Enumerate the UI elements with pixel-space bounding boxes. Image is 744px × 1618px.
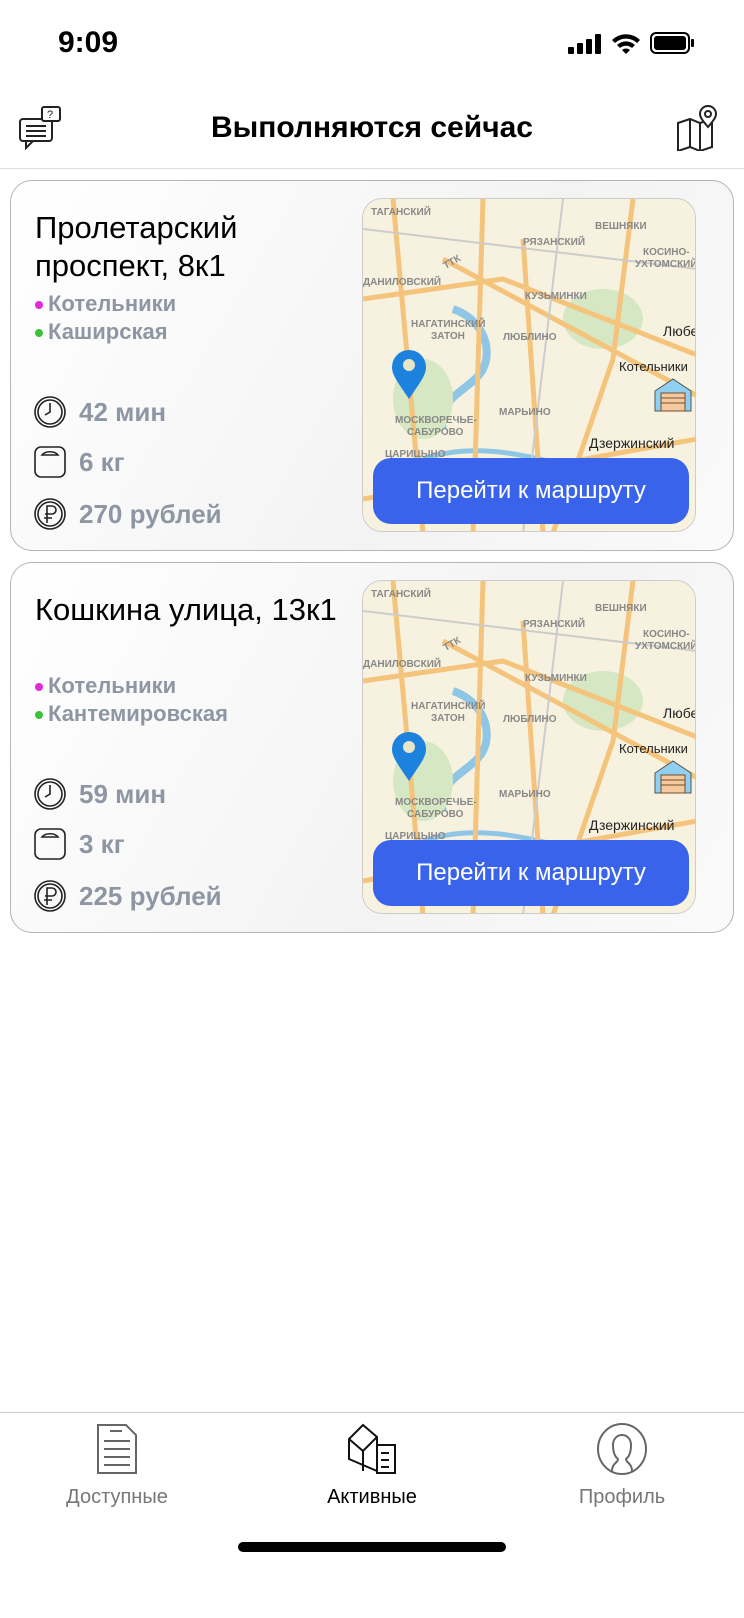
- price-value: 270 рублей: [79, 498, 222, 529]
- tab-active[interactable]: Активные: [292, 1423, 452, 1509]
- ruble-icon: [34, 880, 66, 912]
- metro-name: Котельники: [48, 673, 177, 698]
- clock-icon: [34, 778, 66, 810]
- map-label: РЯЗАНСКИЙ: [523, 237, 586, 248]
- home-indicator: [238, 1542, 506, 1552]
- map-label: КУЗЬМИНКИ: [525, 673, 587, 684]
- warehouse-icon: [654, 378, 692, 412]
- map-pin-icon[interactable]: [676, 105, 722, 151]
- delivery-time: 42 мин: [33, 395, 166, 429]
- map-label: ЛЮБЛИНО: [503, 332, 557, 343]
- metro-station: Кантемировская: [35, 701, 228, 727]
- profile-icon: [597, 1423, 647, 1475]
- metro-name: Кантемировская: [48, 701, 228, 726]
- map-label: ЗАТОН: [431, 331, 465, 342]
- location-pin-icon: [392, 732, 426, 781]
- metro-line-dot: [35, 329, 43, 338]
- list-document-icon: [97, 1424, 137, 1474]
- map-label: Любе: [663, 323, 696, 339]
- map-label: ТАГАНСКИЙ: [371, 589, 431, 600]
- wifi-icon: [612, 34, 640, 54]
- tab-label: Активные: [327, 1486, 417, 1508]
- scale-icon: [34, 446, 66, 478]
- map-label: ВЕШНЯКИ: [595, 603, 647, 614]
- status-bar: 9:09: [0, 0, 744, 85]
- map-label: УХТОМСКИЙ: [635, 641, 696, 652]
- map-label: НАГАТИНСКИЙ: [411, 319, 486, 330]
- order-weight: 6 кг: [33, 445, 125, 479]
- scale-icon: [34, 828, 66, 860]
- metro-line-dot: [35, 301, 43, 310]
- status-time: 9:09: [58, 26, 119, 59]
- time-value: 42 мин: [79, 396, 167, 427]
- tab-label: Профиль: [578, 1486, 666, 1508]
- map-label: САБУРОВО: [407, 427, 464, 438]
- map-label: Дзержинский: [589, 817, 675, 833]
- route-map[interactable]: ТАГАНСКИЙ ВЕШНЯКИ РЯЗАНСКИЙ КОСИНО- УХТО…: [362, 580, 696, 914]
- map-label: МОСКВОРЕЧЬЕ-: [395, 797, 477, 808]
- metro-station: Котельники: [35, 673, 176, 699]
- tab-profile[interactable]: Профиль: [542, 1423, 702, 1509]
- map-label: Котельники: [619, 359, 688, 374]
- metro-station: Котельники: [35, 291, 176, 317]
- battery-icon: [650, 32, 694, 54]
- map-label: Дзержинский: [589, 435, 675, 451]
- time-value: 59 мин: [79, 778, 167, 809]
- order-weight: 3 кг: [33, 827, 125, 861]
- weight-value: 3 кг: [79, 828, 125, 859]
- signal-icon: [568, 34, 601, 54]
- order-address: Кошкина улица, 13к1: [35, 592, 337, 627]
- box-clipboard-icon: [348, 1423, 396, 1474]
- tab-bar: Доступные Активные Профиль: [0, 1412, 744, 1618]
- warehouse-icon: [654, 760, 692, 794]
- order-address: Пролетарский проспект, 8к1: [35, 210, 238, 283]
- tab-label: Доступные: [66, 1486, 168, 1508]
- metro-line-dot: [35, 711, 43, 720]
- map-label: НАГАТИНСКИЙ: [411, 701, 486, 712]
- map-label: САБУРОВО: [407, 809, 464, 820]
- order-price: 225 рублей: [33, 879, 222, 913]
- map-label: МАРЬИНО: [499, 407, 551, 418]
- map-label: ЛЮБЛИНО: [503, 714, 557, 725]
- go-to-route-button[interactable]: Перейти к маршруту: [373, 458, 689, 524]
- map-label: РЯЗАНСКИЙ: [523, 619, 586, 630]
- metro-line-dot: [35, 683, 43, 692]
- header: ? Выполняются сейчас: [0, 85, 744, 169]
- metro-name: Котельники: [48, 291, 177, 316]
- map-label: КОСИНО-: [643, 629, 690, 640]
- metro-station: Каширская: [35, 319, 168, 345]
- route-map[interactable]: ТАГАНСКИЙ ВЕШНЯКИ РЯЗАНСКИЙ КОСИНО- УХТО…: [362, 198, 696, 532]
- map-label: ТАГАНСКИЙ: [371, 207, 431, 218]
- price-value: 225 рублей: [79, 880, 222, 911]
- order-price: 270 рублей: [33, 497, 222, 531]
- order-card[interactable]: Кошкина улица, 13к1 Котельники Кантемиро…: [10, 562, 734, 933]
- map-label: ВЕШНЯКИ: [595, 221, 647, 232]
- weight-value: 6 кг: [79, 446, 125, 477]
- map-label: ЗАТОН: [431, 713, 465, 724]
- map-label: ДАНИЛОВСКИЙ: [363, 659, 442, 670]
- location-pin-icon: [392, 350, 426, 399]
- clock-icon: [34, 396, 66, 428]
- tab-available[interactable]: Доступные: [37, 1423, 197, 1509]
- map-label: Котельники: [619, 741, 688, 756]
- order-card[interactable]: Пролетарский проспект, 8к1 Котельники Ка…: [10, 180, 734, 551]
- map-label: МОСКВОРЕЧЬЕ-: [395, 415, 477, 426]
- map-label: МАРЬИНО: [499, 789, 551, 800]
- map-label: КОСИНО-: [643, 247, 690, 258]
- page-title: Выполняются сейчас: [211, 111, 533, 144]
- map-label: УХТОМСКИЙ: [635, 259, 696, 270]
- map-label: Любе: [663, 705, 696, 721]
- metro-name: Каширская: [48, 319, 168, 344]
- delivery-time: 59 мин: [33, 777, 166, 811]
- ruble-icon: [34, 498, 66, 530]
- map-label: КУЗЬМИНКИ: [525, 291, 587, 302]
- go-to-route-button[interactable]: Перейти к маршруту: [373, 840, 689, 906]
- map-label: ДАНИЛОВСКИЙ: [363, 277, 442, 288]
